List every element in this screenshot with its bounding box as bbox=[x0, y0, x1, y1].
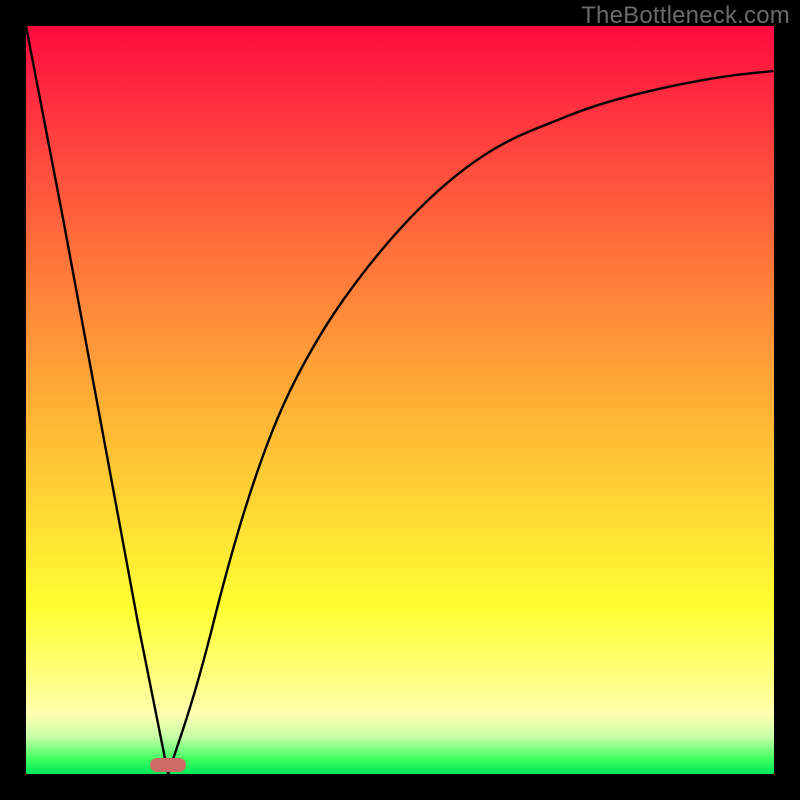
optimal-marker bbox=[150, 758, 186, 772]
chart-plot-area bbox=[26, 26, 774, 774]
bottleneck-curve bbox=[26, 26, 774, 774]
watermark-text: TheBottleneck.com bbox=[581, 2, 790, 30]
